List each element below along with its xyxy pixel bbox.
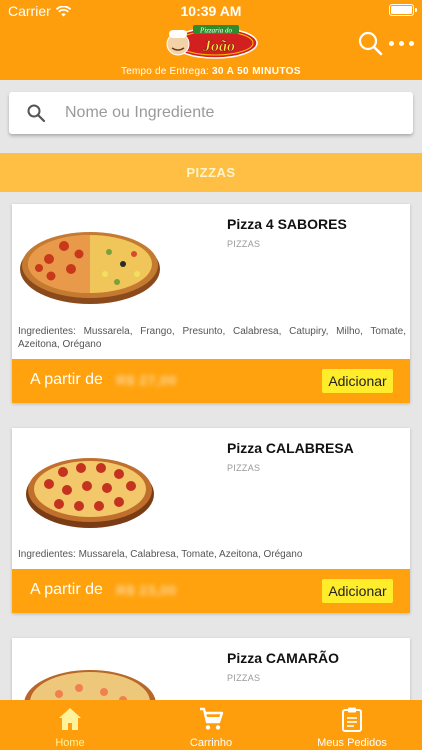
tab-home[interactable]: Home bbox=[0, 700, 140, 750]
svg-text:Pizzaria do: Pizzaria do bbox=[199, 27, 233, 35]
clock: 10:39 AM bbox=[180, 3, 242, 19]
product-name: Pizza CAMARÃO bbox=[227, 650, 340, 666]
tab-cart-label: Carrinho bbox=[189, 737, 233, 749]
product-ingredients: Ingredientes: Mussarela, Calabresa, Toma… bbox=[18, 549, 303, 560]
app-header: Carrier 10:39 AM Pizzaria do João Tempo … bbox=[0, 0, 422, 80]
product-category: PIZZAS bbox=[227, 673, 261, 683]
delivery-time: Tempo de Entrega: 30 A 50 MINUTOS bbox=[0, 66, 422, 77]
home-icon bbox=[59, 708, 81, 730]
pizzeria-logo: Pizzaria do João bbox=[166, 25, 258, 59]
tab-home-label: Home bbox=[55, 737, 85, 749]
add-button[interactable]: Adicionar bbox=[322, 369, 393, 393]
clipboard-icon bbox=[342, 707, 362, 732]
product-price: R$ 27,00 bbox=[116, 372, 177, 388]
product-price: R$ 23,00 bbox=[116, 582, 177, 598]
add-button[interactable]: Adicionar bbox=[322, 579, 393, 603]
product-card[interactable]: Pizza CALABRESA PIZZAS Ingredientes: Mus… bbox=[12, 428, 410, 613]
pizza-image bbox=[20, 232, 160, 304]
search-icon bbox=[27, 104, 46, 123]
dot-icon bbox=[409, 40, 414, 46]
cart-icon bbox=[200, 707, 224, 730]
battery-icon bbox=[389, 4, 417, 16]
pizza-image bbox=[26, 458, 154, 528]
tab-my-orders-label: Meus Pedidos bbox=[317, 737, 387, 749]
tab-bar: Home Carrinho Meus Pedidos bbox=[0, 700, 422, 750]
delivery-value: 30 A 50 MINUTOS bbox=[211, 66, 301, 77]
search-button[interactable] bbox=[357, 30, 383, 56]
dot-icon bbox=[399, 40, 404, 46]
tab-cart[interactable]: Carrinho bbox=[141, 700, 281, 750]
product-card[interactable]: Pizza 4 SABORES PIZZAS Ingredientes: Mus… bbox=[12, 204, 410, 403]
svg-text:João: João bbox=[202, 38, 235, 55]
product-name: Pizza CALABRESA bbox=[227, 440, 354, 456]
search-icon bbox=[358, 31, 383, 56]
category-header: PIZZAS bbox=[0, 153, 422, 192]
price-bar: A partir de R$ 23,00 Adicionar bbox=[12, 569, 410, 613]
search-bar bbox=[9, 92, 413, 134]
price-bar: A partir de R$ 27,00 Adicionar bbox=[12, 359, 410, 403]
product-ingredients: Ingredientes: Mussarela, Frango, Presunt… bbox=[18, 326, 406, 350]
tab-my-orders[interactable]: Meus Pedidos bbox=[282, 700, 422, 750]
product-category: PIZZAS bbox=[227, 463, 261, 473]
dot-icon bbox=[389, 40, 394, 46]
search-input[interactable] bbox=[65, 104, 365, 122]
price-label: A partir de bbox=[30, 581, 103, 598]
price-label: A partir de bbox=[30, 371, 103, 388]
more-options-button[interactable] bbox=[389, 36, 415, 50]
delivery-label: Tempo de Entrega: bbox=[121, 66, 209, 77]
product-name: Pizza 4 SABORES bbox=[227, 216, 347, 232]
product-category: PIZZAS bbox=[227, 239, 261, 249]
status-bar: Carrier 10:39 AM bbox=[0, 0, 422, 22]
